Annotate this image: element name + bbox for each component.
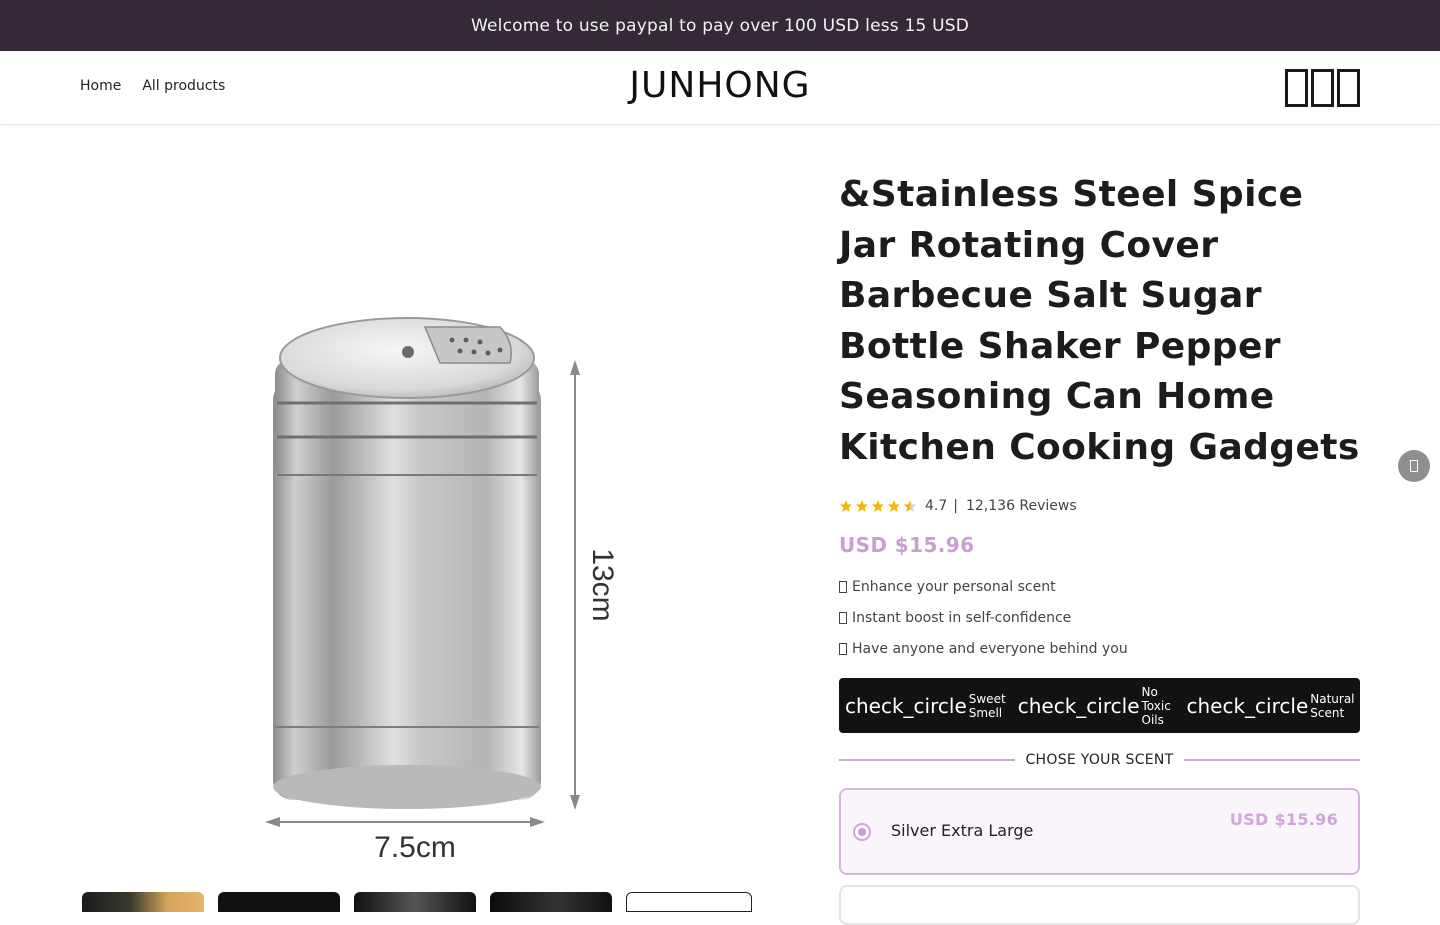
rating-row[interactable]: 4.7 | 12,136 Reviews <box>839 495 1360 517</box>
rating-value: 4.7 <box>925 498 948 514</box>
check-circle-icon: check_circle <box>1017 693 1140 718</box>
site-header: Home All products JUNHONG <box>0 51 1440 125</box>
scent-option-next[interactable] <box>839 885 1360 925</box>
thumbnail-strip <box>82 892 752 912</box>
product-title: &Stainless Steel Spice Jar Rotating Cove… <box>839 174 1360 468</box>
width-dimension-label: 7.5cm <box>374 831 456 864</box>
badge-natural-scent: check_circle Natural Scent <box>1186 691 1355 720</box>
rating-stars <box>839 499 917 513</box>
product-info: &Stainless Steel Spice Jar Rotating Cove… <box>839 170 1360 925</box>
thumbnail-2[interactable] <box>218 892 340 912</box>
check-circle-icon: check_circle <box>845 693 967 718</box>
rating-separator: | <box>953 498 958 514</box>
thumbnail-1[interactable] <box>82 892 204 912</box>
feature-badges: check_circle Sweet Smell check_circle No… <box>839 678 1360 733</box>
scent-option-silver-extra-large[interactable]: Silver Extra Large USD $15.96 <box>839 788 1360 875</box>
benefit-item: Instant boost in self-confidence <box>839 602 1360 633</box>
announcement-text: Welcome to use paypal to pay over 100 US… <box>470 15 970 36</box>
star-icon <box>855 500 869 512</box>
account-icon[interactable] <box>1311 69 1334 107</box>
spice-jar-image: 13cm 7.5cm <box>265 317 619 864</box>
nav-all-products-link[interactable]: All products <box>142 78 225 94</box>
check-icon <box>839 611 847 624</box>
main-nav: Home All products <box>80 78 225 94</box>
radio-selected-icon[interactable] <box>853 823 871 841</box>
badge-sweet-smell: check_circle Sweet Smell <box>845 691 1006 720</box>
thumbnail-4[interactable] <box>490 892 612 912</box>
header-icons <box>1285 69 1360 107</box>
cart-icon[interactable] <box>1337 69 1360 107</box>
check-icon <box>839 580 847 593</box>
star-icon <box>871 500 885 512</box>
half-star-icon <box>903 500 917 512</box>
nav-home-link[interactable]: Home <box>80 78 121 94</box>
check-circle-icon: check_circle <box>1186 693 1309 718</box>
star-icon <box>887 500 901 512</box>
announcement-bar: Welcome to use paypal to pay over 100 US… <box>0 0 1440 51</box>
thumbnail-5[interactable] <box>626 892 752 912</box>
product-main-image[interactable]: 13cm 7.5cm <box>80 175 756 875</box>
option-price: USD $15.96 <box>1229 810 1338 829</box>
badge-no-toxic-oils: check_circle No Toxic Oils <box>1017 684 1171 727</box>
review-count[interactable]: 12,136 Reviews <box>966 498 1077 514</box>
thumbnail-3[interactable] <box>354 892 476 912</box>
chat-icon <box>1410 460 1418 472</box>
star-icon <box>839 500 853 512</box>
product-price: USD $15.96 <box>839 533 975 557</box>
floating-chat-button[interactable] <box>1398 450 1430 482</box>
option-name: Silver Extra Large <box>891 821 1034 840</box>
search-icon[interactable] <box>1285 69 1308 107</box>
benefit-item: Enhance your personal scent <box>839 571 1360 602</box>
benefit-item: Have anyone and everyone behind you <box>839 633 1360 664</box>
check-icon <box>839 642 847 655</box>
scent-heading: CHOSE YOUR SCENT <box>839 751 1360 769</box>
benefit-list: Enhance your personal scent Instant boos… <box>839 571 1360 664</box>
height-dimension-label: 13cm <box>586 548 619 621</box>
